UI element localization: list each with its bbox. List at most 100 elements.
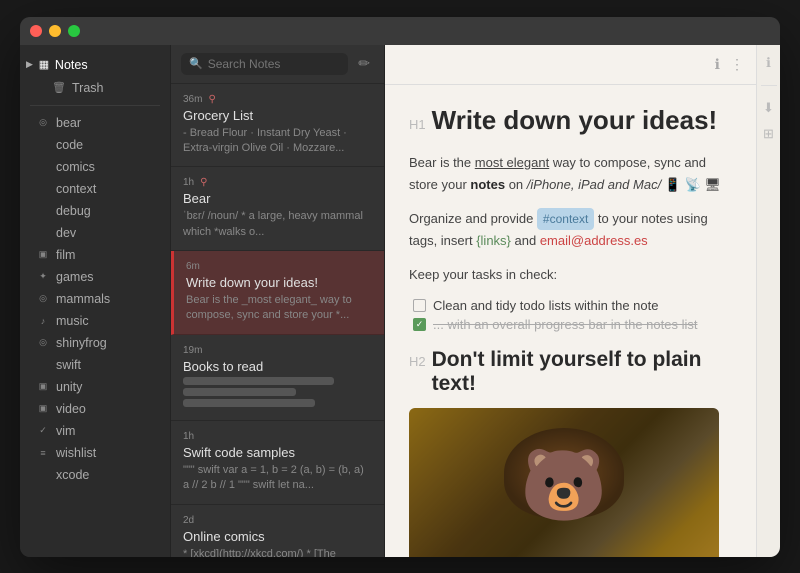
note-item-bear[interactable]: 1h⚲Bearˈbɛr/ /noun/ * a large, heavy mam… <box>171 167 384 251</box>
sidebar-item-games[interactable]: ✦games <box>24 266 166 288</box>
sidebar-item-wishlist[interactable]: ≡wishlist <box>24 442 166 464</box>
todo-item-2: ✓ ... with an overall progress bar in th… <box>413 317 732 332</box>
note-preview: Bear is the _most elegant_ way to compos… <box>186 293 372 324</box>
notes-section-header[interactable]: ▶ ▦ Notes <box>20 53 170 77</box>
note-meta: 6m <box>186 261 372 272</box>
editor-panel: ℹ ⋮ H1 Write down your ideas! Bear is th… <box>385 45 756 557</box>
app-window: ▶ ▦ Notes 🗑 Trash ◎ bear code comics context… <box>20 17 780 557</box>
titlebar <box>20 17 780 45</box>
note-title: Grocery List <box>183 108 372 123</box>
search-input[interactable] <box>208 57 341 71</box>
info-right-icon[interactable]: ℹ <box>766 55 771 71</box>
maximize-button[interactable] <box>68 25 80 37</box>
note-item-swift[interactable]: 1h Swift code samples """ swift var a = 1,… <box>171 421 384 505</box>
sidebar-item-code[interactable]: code <box>24 134 166 156</box>
note-title: Write down your ideas! <box>186 275 372 290</box>
search-input-wrapper[interactable]: 🔍 <box>181 53 348 75</box>
sidebar-tag-label: dev <box>56 226 76 240</box>
close-button[interactable] <box>30 25 42 37</box>
note-item-books[interactable]: 19mBooks to read <box>171 335 384 421</box>
editor-h2-text: Don't limit yourself to plain text! <box>432 348 732 396</box>
sidebar-item-unity[interactable]: ▣ unity <box>24 376 166 398</box>
note-time: 1h <box>183 177 194 188</box>
sidebar-item-bear[interactable]: ◎ bear <box>24 112 166 134</box>
checkbox-1[interactable] <box>413 299 426 312</box>
para1-italic: /iPhone, iPad and Mac/ <box>527 177 661 192</box>
tag-icon: ◎ <box>36 337 50 348</box>
sidebar-item-vim[interactable]: ✓vim <box>24 420 166 442</box>
para2-tag[interactable]: #context <box>537 208 594 230</box>
note-item-comics[interactable]: 2dOnline comics* [xkcd](http://xkcd.com/… <box>171 505 384 557</box>
note-title: Swift code samples <box>183 445 372 460</box>
note-preview: """ swift var a = 1, b = 2 (a, b) = (b, … <box>183 463 372 494</box>
sidebar-item-film[interactable]: ▣film <box>24 244 166 266</box>
grid-icon[interactable]: ⊞ <box>763 126 774 142</box>
note-time: 6m <box>186 261 200 272</box>
sidebar-item-trash[interactable]: 🗑 Trash <box>24 77 166 99</box>
search-bar: 🔍 ✏ <box>171 45 384 84</box>
para2-link[interactable]: {links} <box>476 233 511 248</box>
compose-button[interactable]: ✏ <box>354 53 374 74</box>
sidebar-item-context[interactable]: context <box>24 178 166 200</box>
sidebar-tag-label: wishlist <box>56 446 96 460</box>
editor-toolbar: ℹ ⋮ <box>385 45 756 85</box>
download-icon[interactable]: ⬇ <box>763 100 774 116</box>
note-meta: 1h⚲ <box>183 177 372 188</box>
sidebar-item-xcode[interactable]: xcode <box>24 464 166 486</box>
sidebar-item-comics[interactable]: comics <box>24 156 166 178</box>
notes-icon: ▦ <box>37 58 51 71</box>
note-item-grocery[interactable]: 36m⚲Grocery List- Bread Flour · Instant … <box>171 84 384 168</box>
editor-content[interactable]: H1 Write down your ideas! Bear is the mo… <box>385 85 756 557</box>
note-time: 19m <box>183 345 202 356</box>
note-meta: 1h <box>183 431 372 442</box>
minimize-button[interactable] <box>49 25 61 37</box>
sidebar-item-shinyfrog[interactable]: ◎ shinyfrog <box>24 332 166 354</box>
skeleton-line <box>183 377 334 385</box>
editor-para2: Organize and provide #context to your no… <box>409 208 732 252</box>
todo-item-1: Clean and tidy todo lists within the not… <box>413 298 732 313</box>
sidebar-item-dev[interactable]: dev <box>24 222 166 244</box>
editor-h2: H2 Don't limit yourself to plain text! <box>409 348 732 396</box>
tag-icon: ◎ <box>36 117 50 128</box>
editor-para3: Keep your tasks in check: <box>409 264 732 286</box>
note-title: Bear <box>183 191 372 206</box>
tag-icon: ▣ <box>36 381 50 392</box>
pin-icon: ⚲ <box>208 94 215 105</box>
para1-link[interactable]: most elegant <box>475 155 549 170</box>
checkbox-2[interactable]: ✓ <box>413 318 426 331</box>
search-icon: 🔍 <box>189 57 203 70</box>
note-meta: 2d <box>183 515 372 526</box>
sidebar-tag-label: debug <box>56 204 91 218</box>
note-preview: * [xkcd](http://xkcd.com/) * [The Advent… <box>183 547 372 557</box>
sidebar-item-swift[interactable]: swift <box>24 354 166 376</box>
sidebar-item-debug[interactable]: debug <box>24 200 166 222</box>
tag-icon: ♪ <box>36 316 50 326</box>
device-icons: 📱 📡 🖥 <box>665 177 721 192</box>
todo-list: Clean and tidy todo lists within the not… <box>413 298 732 332</box>
sidebar-divider <box>30 105 160 106</box>
editor-para1: Bear is the most elegant way to compose,… <box>409 152 732 196</box>
note-meta: 36m⚲ <box>183 94 372 105</box>
sidebar-tag-label: comics <box>56 160 95 174</box>
note-item-write-ideas[interactable]: 6m Write down your ideas! Bear is the _mos… <box>171 251 384 335</box>
para2-email[interactable]: email@address.es <box>540 233 648 248</box>
sidebar-tag-label: music <box>56 314 89 328</box>
sidebar-item-music[interactable]: ♪ music <box>24 310 166 332</box>
sidebar-tag-label: bear <box>56 116 81 130</box>
sidebar-tag-label: shinyfrog <box>56 336 107 350</box>
sidebar-item-mammals[interactable]: ◎mammals <box>24 288 166 310</box>
more-icon[interactable]: ⋮ <box>730 56 744 73</box>
sidebar-tag-label: unity <box>56 380 82 394</box>
sidebar-item-video[interactable]: ▣ video <box>24 398 166 420</box>
notes-scroll: 36m⚲Grocery List- Bread Flour · Instant … <box>171 84 384 557</box>
sidebar-tags: ◎ bear code comics context debug dev ▣film✦game… <box>20 112 170 486</box>
tag-icon: ▣ <box>36 403 50 414</box>
tag-icon: ◎ <box>36 293 50 304</box>
info-icon[interactable]: ℹ <box>715 56 720 73</box>
tag-icon: ✓ <box>36 425 50 436</box>
sidebar-tag-label: context <box>56 182 96 196</box>
notes-list: 🔍 ✏ 36m⚲Grocery List- Bread Flour · Inst… <box>170 45 385 557</box>
sidebar-tag-label: games <box>56 270 94 284</box>
sidebar-tag-label: video <box>56 402 86 416</box>
para1-bold: notes <box>470 177 505 192</box>
